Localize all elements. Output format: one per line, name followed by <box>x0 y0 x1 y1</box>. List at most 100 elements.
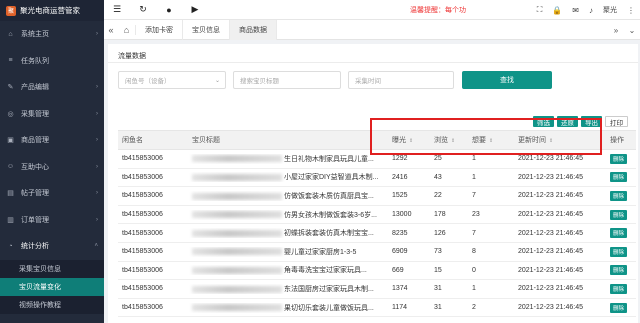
blurred-region <box>192 211 282 219</box>
cell-views: 31 <box>434 304 442 312</box>
title-search-input[interactable]: 搜索宝贝标题 <box>233 71 341 89</box>
cell-title-text: 小屋过家家DIY益智道具木制... <box>284 174 379 182</box>
cell-wants: 1 <box>472 155 476 163</box>
tab-add-card[interactable]: 添加卡密 <box>136 19 183 40</box>
blurred-region <box>192 267 282 275</box>
table-row[interactable]: tb415853006 仿男女孩木制做饭套装3-6岁... 13000 178 23 20… <box>118 206 636 225</box>
cell-views: 25 <box>434 155 442 163</box>
cell-title: 仿做饭套装木质仿真厨具宝... <box>188 191 388 201</box>
delete-button[interactable]: 删除 <box>610 283 628 294</box>
delete-button[interactable]: 删除 <box>610 228 628 239</box>
cell-title: 仿男女孩木制做饭套装3-6岁... <box>188 210 388 220</box>
sidebar-item-tasks[interactable]: ≡ 任务队列 <box>0 48 104 75</box>
fullscreen-icon[interactable]: ⛶ <box>537 5 543 15</box>
tabs-dropdown-icon[interactable]: ⌄ <box>624 26 640 35</box>
delete-button[interactable]: 删除 <box>610 209 628 220</box>
delete-button[interactable]: 删除 <box>610 246 628 257</box>
sidebar-item-label: 任务队列 <box>21 57 49 65</box>
cell-name: tb415853006 <box>122 155 163 163</box>
table-row[interactable]: tb415853006 果切切乐套装儿童做饭玩具... 1174 31 2 2021-12… <box>118 299 636 318</box>
bell-icon[interactable]: ♪ <box>589 6 593 15</box>
cell-exposure: 1174 <box>392 304 408 312</box>
list-icon: ≡ <box>8 57 13 65</box>
user-name[interactable]: 聚光 <box>603 5 617 15</box>
cell-views: 178 <box>434 211 446 219</box>
cell-wants: 0 <box>472 266 476 274</box>
collect-time-input[interactable]: 采集时间 <box>348 71 454 89</box>
sidebar-item-label: 订单管理 <box>21 216 49 224</box>
table-row[interactable]: tb415853006 仿做饭套装木质仿真厨具宝... 1525 22 7 2021-12… <box>118 187 636 206</box>
divider <box>108 62 638 63</box>
table-row[interactable]: tb415853006 初蝶拆装套装仿真木制宝宝... 8235 126 7 2021-1… <box>118 224 636 243</box>
chevron-up-icon: ˄ <box>94 243 98 250</box>
cell-update-time: 2021-12-23 21:46:45 <box>518 192 583 200</box>
cell-exposure: 8235 <box>392 229 408 237</box>
sidebar-subitem-collect-info[interactable]: 采集宝贝信息 <box>0 259 104 278</box>
search-button[interactable]: 查找 <box>462 71 552 89</box>
sidebar-item-goods[interactable]: ▣ 商品管理 › <box>0 127 104 154</box>
tabs-right-arrow-icon[interactable]: » <box>608 26 624 35</box>
cell-action: 删除 <box>606 153 636 164</box>
blurred-region <box>192 285 282 293</box>
play-icon[interactable]: ▶ <box>182 4 208 15</box>
cell-views: 22 <box>434 192 442 200</box>
goods-icon: ▣ <box>7 137 14 145</box>
col-header-title: 宝贝标题 <box>192 137 220 144</box>
tabs-left-arrow-icon[interactable]: « <box>104 25 118 35</box>
cell-views: 43 <box>434 173 442 181</box>
data-table: 闲鱼名 宝贝标题 曝光 ⇕ 浏览 ⇕ 想要 ⇕ 更新时间 ⇕ 操作 tb41585300… <box>118 130 636 318</box>
more-icon[interactable]: ⋮ <box>627 6 635 15</box>
cell-wants: 23 <box>472 211 480 219</box>
cell-update-time: 2021-12-23 21:46:45 <box>518 304 583 312</box>
print-button[interactable]: 打印 <box>605 116 628 127</box>
delete-button[interactable]: 删除 <box>610 172 628 183</box>
sidebar: 聚 聚光电商运营管家 ⌂ 系统主页 › ≡ 任务队列 ✎ 产品编辑 › ◎ 采集管理 › ▣ 商… <box>0 0 104 323</box>
app-logo: 聚 聚光电商运营管家 <box>0 0 104 21</box>
sidebar-item-collect[interactable]: ◎ 采集管理 › <box>0 101 104 128</box>
cell-exposure: 1374 <box>392 285 408 293</box>
tab-home-icon[interactable]: ⌂ <box>118 24 136 35</box>
table-row[interactable]: tb415853006 小屋过家家DIY益智道具木制... 2416 43 1 2021-… <box>118 169 636 188</box>
lock-icon[interactable]: 🔒 <box>552 6 562 15</box>
message-icon[interactable]: ✉ <box>572 6 579 15</box>
delete-button[interactable]: 删除 <box>610 190 628 201</box>
order-icon: ▥ <box>7 216 14 224</box>
cell-name: tb415853006 <box>122 173 163 181</box>
sidebar-item-posts[interactable]: ▤ 帖子管理 › <box>0 180 104 207</box>
delete-button[interactable]: 删除 <box>610 265 628 276</box>
tab-goods-data[interactable]: 商品数据 <box>230 19 277 40</box>
cell-wants: 8 <box>472 248 476 256</box>
sidebar-item-label: 帖子管理 <box>21 190 49 198</box>
cell-update-time: 2021-12-23 21:46:45 <box>518 248 583 256</box>
blurred-region <box>192 304 282 312</box>
table-row[interactable]: tb415853006 婴儿童过家家厨房1-3-5 6909 73 8 2021-12-2… <box>118 243 636 262</box>
menu-icon[interactable]: ☰ <box>104 4 130 15</box>
cell-update-time: 2021-12-23 21:46:45 <box>518 211 583 219</box>
sidebar-item-orders[interactable]: ▥ 订单管理 › <box>0 207 104 234</box>
help-icon: ☺ <box>6 163 15 171</box>
table-row[interactable]: tb415853006 东法国厨房过家家玩具木制... 1374 31 1 2021-12… <box>118 280 636 299</box>
col-header-name: 闲鱼名 <box>122 137 143 144</box>
delete-button[interactable]: 删除 <box>610 153 628 164</box>
sidebar-item-stats[interactable]: ◔ 统计分析 ˄ <box>0 233 104 260</box>
delete-button[interactable]: 删除 <box>610 302 628 313</box>
sidebar-item-help[interactable]: ☺ 互助中心 › <box>0 154 104 181</box>
cell-update-time: 2021-12-23 21:46:45 <box>518 229 583 237</box>
refresh-icon[interactable]: ↻ <box>130 4 156 15</box>
device-select[interactable]: 闲鱼号（设备） ⌄ <box>118 71 226 89</box>
tab-item-info[interactable]: 宝贝信息 <box>183 19 230 40</box>
sidebar-item-product-edit[interactable]: ✎ 产品编辑 › <box>0 74 104 101</box>
sidebar-item-home[interactable]: ⌂ 系统主页 › <box>0 21 104 48</box>
sidebar-item-label: 互助中心 <box>21 163 49 171</box>
cell-update-time: 2021-12-23 21:46:45 <box>518 173 583 181</box>
cell-wants: 7 <box>472 229 476 237</box>
theme-icon[interactable]: ● <box>156 5 182 15</box>
collect-time-placeholder: 采集时间 <box>355 78 381 85</box>
sidebar-subitem-traffic-change[interactable]: 宝贝流量变化 <box>0 277 104 296</box>
title-search-placeholder: 搜索宝贝标题 <box>240 78 279 85</box>
cell-wants: 2 <box>472 304 476 312</box>
cell-title-text: 仿男女孩木制做饭套装3-6岁... <box>284 211 377 219</box>
cell-action: 删除 <box>606 265 636 276</box>
sidebar-subitem-video-tutorial[interactable]: 视频操作教程 <box>0 295 104 314</box>
table-row[interactable]: tb415853006 角毒毒洗宝宝过家家玩具... 669 15 0 2021-12-2… <box>118 262 636 281</box>
